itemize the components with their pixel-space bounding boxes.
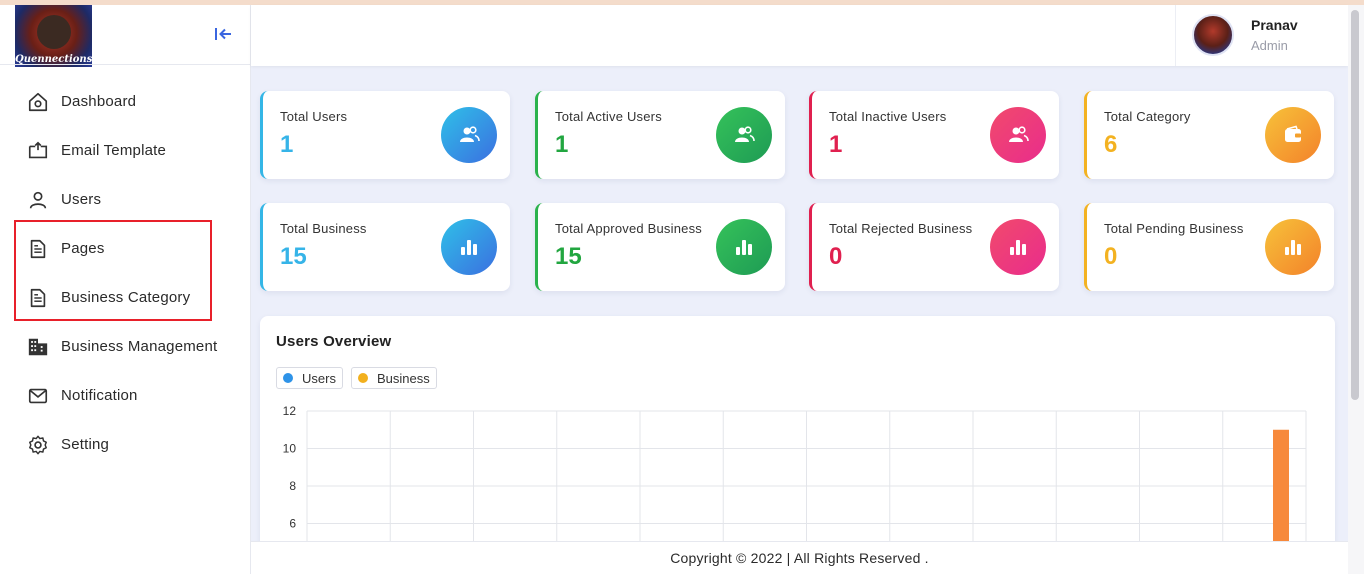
stat-card-total-approved-business[interactable]: Total Approved Business 15 — [535, 203, 785, 291]
collapse-sidebar-icon[interactable] — [213, 25, 233, 43]
bar-chart-icon — [990, 219, 1046, 275]
sidebar-item-label: Dashboard — [61, 93, 137, 110]
chart-legend: Users Business — [276, 367, 437, 389]
sidebar-item-business-management[interactable]: Business Management — [0, 322, 250, 371]
sidebar-item-pages[interactable]: Pages — [0, 224, 250, 273]
stat-title: Total Business — [280, 221, 367, 236]
sidebar-divider — [0, 64, 250, 65]
footer: Copyright © 2022 | All Rights Reserved . — [251, 541, 1348, 574]
users-overview-panel: Users Overview Users Business 12 10 8 6 — [260, 316, 1335, 556]
stat-value: 0 — [829, 243, 843, 270]
users-overview-chart: 12 10 8 6 — [283, 404, 1307, 556]
sidebar-item-business-category[interactable]: Business Category — [0, 273, 250, 322]
stat-value: 15 — [555, 243, 582, 270]
top-header: Pranav Admin — [251, 5, 1348, 66]
sidebar-item-label: Business Management — [61, 338, 218, 355]
stat-value: 1 — [829, 131, 843, 158]
y-tick-label: 8 — [289, 479, 296, 493]
legend-label: Business — [376, 370, 430, 386]
y-tick-label: 12 — [283, 404, 297, 418]
stat-title: Total Pending Business — [1104, 221, 1244, 236]
sidebar-item-notification[interactable]: Notification — [0, 371, 250, 420]
y-tick-label: 10 — [283, 442, 297, 456]
wallet-icon — [1265, 107, 1321, 163]
gear-icon — [29, 435, 47, 454]
document-icon — [30, 288, 46, 307]
stat-card-total-active-users[interactable]: Total Active Users 1 — [535, 91, 785, 179]
bar-chart-icon — [716, 219, 772, 275]
stat-card-total-inactive-users[interactable]: Total Inactive Users 1 — [809, 91, 1059, 179]
stat-card-total-pending-business[interactable]: Total Pending Business 0 — [1084, 203, 1334, 291]
panel-title: Users Overview — [276, 333, 392, 350]
logo-figure — [37, 15, 71, 49]
app-logo[interactable]: Quennections — [15, 5, 92, 67]
avatar[interactable] — [1192, 14, 1234, 56]
email-template-icon — [28, 141, 48, 158]
mail-icon — [28, 388, 48, 403]
stat-title: Total Approved Business — [555, 221, 702, 236]
legend-business[interactable]: Business — [350, 367, 437, 389]
users-icon — [441, 107, 497, 163]
sidebar-item-label: Email Template — [61, 142, 167, 159]
sidebar-item-dashboard[interactable]: Dashboard — [0, 77, 250, 126]
stat-card-total-rejected-business[interactable]: Total Rejected Business 0 — [809, 203, 1059, 291]
user-role: Admin — [1251, 38, 1288, 53]
sidebar: Quennections Dashboard Email Template Us… — [0, 5, 251, 574]
users-icon — [716, 107, 772, 163]
scrollbar-thumb[interactable] — [1351, 10, 1359, 400]
stat-value: 0 — [1104, 243, 1118, 270]
stat-title: Total Users — [280, 109, 348, 124]
user-icon — [29, 191, 47, 209]
building-icon — [28, 338, 48, 355]
stat-title: Total Inactive Users — [829, 109, 947, 124]
stat-title: Total Category — [1104, 109, 1191, 124]
sidebar-item-label: Business Category — [61, 289, 191, 306]
sidebar-item-setting[interactable]: Setting — [0, 420, 250, 469]
user-profile[interactable]: Pranav Admin — [1175, 5, 1348, 66]
sidebar-item-users[interactable]: Users — [0, 175, 250, 224]
legend-dot-business — [357, 373, 368, 383]
stat-title: Total Rejected Business — [829, 221, 973, 236]
stat-card-total-category[interactable]: Total Category 6 — [1084, 91, 1334, 179]
legend-dot-users — [283, 373, 293, 383]
stat-value: 1 — [555, 131, 569, 158]
chart-bar-business — [1273, 429, 1289, 556]
y-tick-label: 6 — [289, 517, 296, 531]
legend-users[interactable]: Users — [276, 367, 343, 389]
sidebar-item-label: Setting — [61, 436, 110, 453]
bar-chart-icon — [441, 219, 497, 275]
stat-value: 15 — [280, 243, 307, 270]
sidebar-item-label: Notification — [61, 387, 138, 404]
legend-label: Users — [302, 370, 336, 386]
stat-value: 6 — [1104, 131, 1118, 158]
users-icon — [990, 107, 1046, 163]
stat-card-total-business[interactable]: Total Business 15 — [260, 203, 510, 291]
sidebar-item-email-template[interactable]: Email Template — [0, 126, 250, 175]
stat-card-total-users[interactable]: Total Users 1 — [260, 91, 510, 179]
sidebar-item-label: Users — [61, 191, 102, 208]
stat-title: Total Active Users — [555, 109, 662, 124]
stat-value: 1 — [280, 131, 294, 158]
bar-chart-icon — [1265, 219, 1321, 275]
sidebar-item-label: Pages — [61, 240, 105, 257]
sidebar-nav: Dashboard Email Template Users Pages Bus… — [0, 77, 250, 469]
document-icon — [30, 239, 46, 258]
user-name: Pranav — [1251, 17, 1298, 33]
home-icon — [28, 92, 48, 111]
